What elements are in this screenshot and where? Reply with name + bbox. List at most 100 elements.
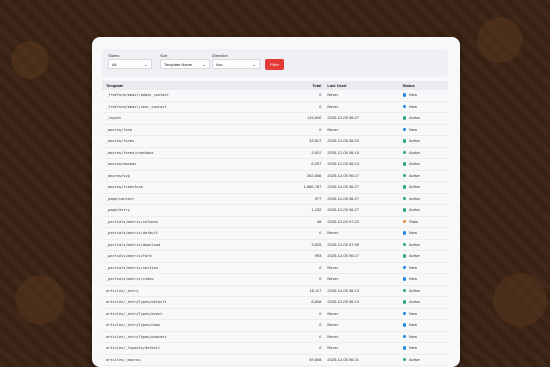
template-total: 33,517: [274, 136, 327, 148]
table-row[interactable]: articles/_layouts/default0NeverNew: [102, 343, 448, 355]
template-name[interactable]: _macros/forms: [102, 136, 274, 148]
template-name[interactable]: _partials/matrix/form: [102, 251, 274, 263]
template-total: 0: [274, 320, 327, 332]
filter-button[interactable]: Filter: [265, 59, 284, 70]
status-dot-icon: [403, 93, 407, 97]
status-label: Active: [409, 253, 420, 258]
template-name[interactable]: articles/_entryTypes/event: [102, 308, 274, 320]
template-name[interactable]: _partials/matrix/section: [102, 262, 274, 274]
template-name[interactable]: articles/_entryTypes/news: [102, 320, 274, 332]
table-row[interactable]: _macros/macbox6,0572025-12-05 06:13Activ…: [102, 159, 448, 171]
header-total[interactable]: Total: [274, 81, 327, 90]
template-last-used: 2025-12-05 07:39: [327, 239, 402, 251]
template-name[interactable]: articles/_entry: [102, 285, 274, 297]
header-status[interactable]: Status: [403, 81, 448, 90]
table-row[interactable]: articles/_entry18,1172025-12-05 06:13Act…: [102, 285, 448, 297]
status-dot-icon: [403, 197, 407, 201]
table-row[interactable]: _partials/matrix/columns482025-12-04 07:…: [102, 216, 448, 228]
status-dot-icon: [403, 254, 407, 258]
status-dot-icon: [403, 312, 407, 316]
table-row[interactable]: _partials/matrix/default0NeverNew: [102, 228, 448, 240]
template-name[interactable]: articles/_entryTypes/default: [102, 297, 274, 309]
template-status: New: [403, 90, 448, 101]
template-last-used: 2025-12-05 06:27: [327, 205, 402, 217]
status-label: Active: [409, 173, 420, 178]
template-last-used: Never: [327, 228, 402, 240]
status-dot-icon: [403, 335, 407, 339]
template-last-used: 2025-12-05 06:13: [327, 159, 402, 171]
status-dot-icon: [403, 346, 407, 350]
direction-select[interactable]: Asc ⌄: [212, 59, 260, 69]
status-dot-icon: [403, 151, 407, 155]
template-last-used: Never: [327, 124, 402, 136]
status-label: New: [409, 311, 417, 316]
template-name[interactable]: _macros/form: [102, 124, 274, 136]
template-name[interactable]: _partials/matrix/default: [102, 228, 274, 240]
template-name[interactable]: _partials/matrix/video: [102, 274, 274, 286]
status-label: Stale: [409, 219, 418, 224]
template-total: 49,808: [274, 354, 327, 366]
template-status: Active: [403, 159, 448, 171]
table-row[interactable]: _macros/form0NeverNew: [102, 124, 448, 136]
template-name[interactable]: _partials/matrix/download: [102, 239, 274, 251]
template-name[interactable]: _layout: [102, 113, 274, 125]
table-row[interactable]: _partials/matrix/download3,5252025-12-05…: [102, 239, 448, 251]
table-row[interactable]: articles/_entryTypes/event0NeverNew: [102, 308, 448, 320]
sort-select[interactable]: Template Name ⌄: [160, 59, 210, 69]
template-name[interactable]: _macros/forms/checkbox: [102, 147, 274, 159]
table-header-row: Template Total Last Used Status: [102, 81, 448, 90]
template-name[interactable]: _freeform/email/admin_contact: [102, 90, 274, 101]
table-row[interactable]: _freeform/email/user_contact0NeverNew: [102, 101, 448, 113]
template-last-used: Never: [327, 90, 402, 101]
status-select-value: All: [112, 62, 116, 67]
template-status: Active: [403, 205, 448, 217]
template-name[interactable]: _partials/matrix/columns: [102, 216, 274, 228]
table-row[interactable]: _macros/forms/checkbox3,9122025-12-05 06…: [102, 147, 448, 159]
table-row[interactable]: _page/entry1,1522025-12-05 06:27Active: [102, 205, 448, 217]
status-label: New: [409, 104, 417, 109]
table-row[interactable]: _macros/forms33,5172025-12-05 06:22Activ…: [102, 136, 448, 148]
template-last-used: Never: [327, 308, 402, 320]
template-status: Stale: [403, 216, 448, 228]
template-last-used: 2025-12-05 06:27: [327, 251, 402, 263]
table-row[interactable]: _freeform/email/admin_contact0NeverNew: [102, 90, 448, 101]
template-name[interactable]: _page/contact: [102, 193, 274, 205]
template-name[interactable]: _macros/svg: [102, 170, 274, 182]
template-status: Active: [403, 239, 448, 251]
table-row[interactable]: _partials/matrix/form9932025-12-05 06:27…: [102, 251, 448, 263]
table-row[interactable]: articles/_macros49,8082025-12-05 06:21Ac…: [102, 354, 448, 366]
table-row[interactable]: articles/_entryTypes/news0NeverNew: [102, 320, 448, 332]
template-name[interactable]: articles/_entryTypes/podcast: [102, 331, 274, 343]
status-dot-icon: [403, 162, 407, 166]
template-last-used: Never: [327, 262, 402, 274]
table-row[interactable]: _macros/transform1,886,7872025-12-05 06:…: [102, 182, 448, 194]
status-label: New: [409, 265, 417, 270]
template-name[interactable]: _macros/transform: [102, 182, 274, 194]
table-row[interactable]: _partials/matrix/section0NeverNew: [102, 262, 448, 274]
table-row[interactable]: articles/_entryTypes/default8,8382025-12…: [102, 297, 448, 309]
table-row[interactable]: _partials/matrix/video0NeverNew: [102, 274, 448, 286]
table-row[interactable]: _page/contact9772025-12-05 06:27Active: [102, 193, 448, 205]
status-label: New: [409, 334, 417, 339]
table-row[interactable]: _macros/svg262,6562025-12-05 06:27Active: [102, 170, 448, 182]
header-last-used[interactable]: Last Used: [327, 81, 402, 90]
table-row[interactable]: articles/_entryTypes/podcast0NeverNew: [102, 331, 448, 343]
template-name[interactable]: _freeform/email/user_contact: [102, 101, 274, 113]
template-name[interactable]: _macros/macbox: [102, 159, 274, 171]
table-row[interactable]: _layout115,8402025-12-05 06:27Active: [102, 113, 448, 125]
status-label: Active: [409, 184, 420, 189]
template-status: Active: [403, 297, 448, 309]
template-name[interactable]: _page/entry: [102, 205, 274, 217]
status-label: Active: [409, 115, 420, 120]
header-template[interactable]: Template: [102, 81, 274, 90]
template-status: Active: [403, 170, 448, 182]
template-total: 0: [274, 228, 327, 240]
template-total: 0: [274, 343, 327, 355]
template-last-used: 2025-12-05 06:22: [327, 136, 402, 148]
template-name[interactable]: articles/_macros: [102, 354, 274, 366]
status-dot-icon: [403, 208, 407, 212]
template-total: 262,656: [274, 170, 327, 182]
chevron-down-icon: ⌄: [144, 60, 148, 70]
template-name[interactable]: articles/_layouts/default: [102, 343, 274, 355]
status-select[interactable]: All ⌄: [108, 59, 152, 69]
